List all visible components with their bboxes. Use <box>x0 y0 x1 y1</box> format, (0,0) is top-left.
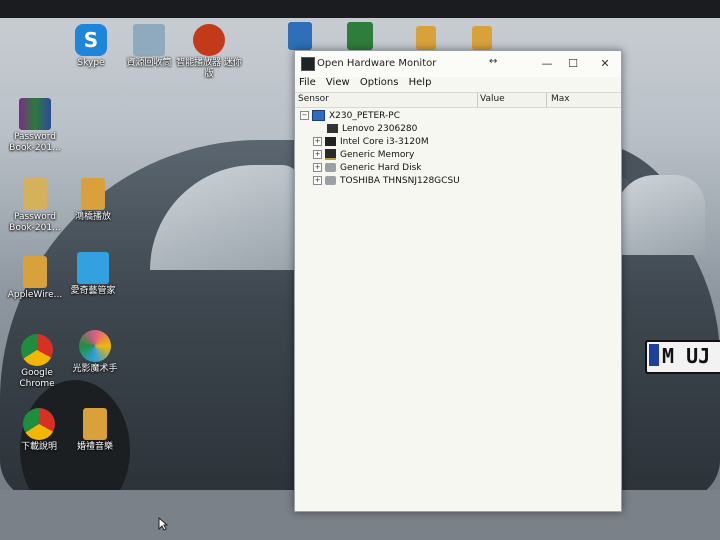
desktop-icon-player[interactable]: 智能播放器 迷你版 <box>176 24 242 80</box>
screen-bezel <box>0 0 720 18</box>
cpu-icon <box>325 137 336 146</box>
player-icon <box>193 24 225 56</box>
chrome-icon <box>21 334 53 366</box>
desktop-icon-label: AppleWire... <box>7 290 63 300</box>
desktop-icon-label: 愛奇藝管家 <box>70 286 116 296</box>
menu-bar: File View Options Help <box>295 77 621 92</box>
plate-eu-band <box>649 344 659 366</box>
window-titlebar[interactable]: Open Hardware Monitor ↔ — ☐ ✕ <box>295 51 621 77</box>
window-title: Open Hardware Monitor <box>317 58 437 69</box>
tree-item-memory[interactable]: + Generic Memory <box>313 149 414 162</box>
desktop-icon-google-chrome[interactable]: Google Chrome <box>4 334 70 390</box>
desktop-icon-label: 婚禮音樂 <box>76 442 113 452</box>
mouse-cursor-icon <box>158 517 168 531</box>
desktop-icon-skype[interactable]: S Skype <box>58 24 124 69</box>
tree-item-label: Lenovo 2306280 <box>342 124 418 134</box>
license-plate-text: M UJ <box>662 344 711 368</box>
winrar-archive-icon <box>19 98 51 130</box>
tree-root-label: X230_PETER-PC <box>329 111 400 121</box>
tree-item-label: TOSHIBA THNSNJ128GCSU <box>340 176 460 186</box>
desktop-icon-label: Google Chrome <box>19 368 55 389</box>
skype-icon: S <box>75 24 107 56</box>
menu-help[interactable]: Help <box>409 77 432 88</box>
desktop-icon-label: Password Book-201... <box>9 212 61 233</box>
column-sensor[interactable]: Sensor <box>298 94 329 104</box>
memory-icon <box>325 149 336 160</box>
chrome-icon <box>23 408 55 440</box>
photo-tool-icon <box>79 330 111 362</box>
desktop-icon-folder-1[interactable] <box>406 26 446 52</box>
menu-options[interactable]: Options <box>360 77 399 88</box>
expand-icon[interactable]: + <box>313 137 322 146</box>
desktop-icon-recycle-bin[interactable]: 資源回收筒 <box>116 24 182 69</box>
column-max[interactable]: Max <box>551 94 570 104</box>
word-document-icon <box>288 22 312 50</box>
tree-item-hard-disk[interactable]: + Generic Hard Disk <box>313 162 422 175</box>
computer-icon <box>312 110 325 121</box>
desktop-icon-password-book-1[interactable]: Password Book-201... <box>2 98 68 154</box>
tree-item-label: Generic Hard Disk <box>340 163 422 173</box>
column-header: Sensor Value Max <box>295 92 621 108</box>
column-divider[interactable] <box>546 93 547 107</box>
minimize-button[interactable]: — <box>535 55 559 73</box>
desktop-icon-folder-2[interactable] <box>462 26 502 52</box>
hardware-monitor-window[interactable]: Open Hardware Monitor ↔ — ☐ ✕ File View … <box>294 50 622 512</box>
desktop-icon-label: Skype <box>77 58 105 68</box>
close-button[interactable]: ✕ <box>593 55 617 73</box>
desktop-icon-bridge-player[interactable]: 鴻橋播放 <box>60 178 126 223</box>
desktop-icon-iqiyi[interactable]: 愛奇藝管家 <box>60 252 126 297</box>
desktop-icon-wedding-music[interactable]: 婚禮音樂 <box>62 408 128 453</box>
desktop-icon-media[interactable] <box>340 22 380 52</box>
folder-icon <box>81 178 105 210</box>
expand-icon[interactable]: + <box>313 163 322 172</box>
desktop-icon-password-book-2[interactable]: Password Book-201... <box>2 178 68 234</box>
tree-root[interactable]: − X230_PETER-PC <box>300 110 400 123</box>
folder-icon <box>416 26 436 50</box>
desktop-icon-word[interactable] <box>280 22 320 52</box>
recycle-bin-icon <box>133 24 165 56</box>
desktop-icon-photo-tool[interactable]: 光影魔术手 <box>62 330 128 375</box>
hdd-icon <box>325 176 336 185</box>
column-divider[interactable] <box>477 93 478 107</box>
tree-item-toshiba-ssd[interactable]: + TOSHIBA THNSNJ128GCSU <box>313 175 460 188</box>
menu-file[interactable]: File <box>299 77 316 88</box>
expand-icon[interactable]: + <box>313 150 322 159</box>
desktop-icon-applewire[interactable]: AppleWire... <box>2 256 68 301</box>
tree-item-label: Generic Memory <box>340 150 415 160</box>
column-value[interactable]: Value <box>480 94 505 104</box>
menu-view[interactable]: View <box>326 77 350 88</box>
folder-icon <box>472 26 492 50</box>
hdd-icon <box>325 163 336 172</box>
folder-icon <box>23 256 47 288</box>
maximize-button[interactable]: ☐ <box>561 55 585 73</box>
desktop-icon-label: 智能播放器 迷你版 <box>176 58 242 79</box>
tree-item-lenovo[interactable]: Lenovo 2306280 <box>327 123 417 136</box>
resize-grip-icon: ↔ <box>489 56 498 67</box>
media-player-icon <box>347 22 373 50</box>
collapse-icon[interactable]: − <box>300 111 309 120</box>
car-window-rear <box>615 175 705 255</box>
tree-item-cpu[interactable]: + Intel Core i3-3120M <box>313 136 429 149</box>
expand-icon[interactable]: + <box>313 176 322 185</box>
app-icon <box>301 57 315 71</box>
tree-item-label: Intel Core i3-3120M <box>340 137 429 147</box>
folder-icon <box>83 408 107 440</box>
iqiyi-icon <box>77 252 109 284</box>
desktop-icon-label: 鴻橋播放 <box>74 212 111 222</box>
document-icon <box>23 178 47 210</box>
desktop-icon-label: Password Book-201... <box>9 132 61 153</box>
motherboard-icon <box>327 124 338 133</box>
desktop-icon-label: 資源回收筒 <box>126 58 172 68</box>
desktop-icon-label: 光影魔术手 <box>72 364 118 374</box>
